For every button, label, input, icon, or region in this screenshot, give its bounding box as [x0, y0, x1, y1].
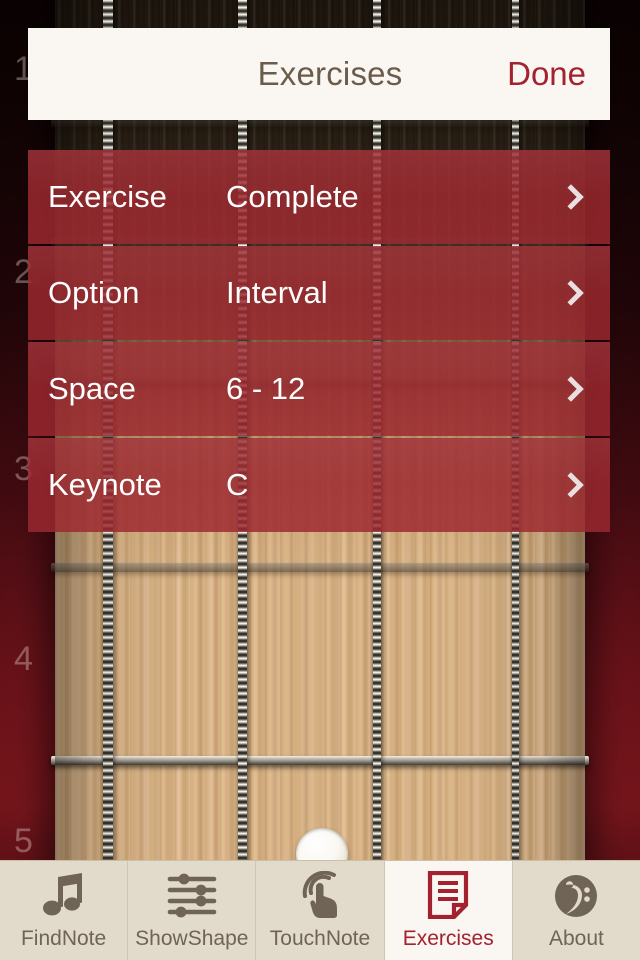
- settings-list: Exercise Complete Option Interval Space …: [28, 150, 610, 532]
- row-label: Space: [48, 371, 136, 406]
- row-label: Option: [48, 275, 140, 310]
- document-list-icon: [426, 870, 470, 919]
- row-value: 6 - 12: [226, 371, 306, 406]
- fret-number-5: 5: [14, 822, 33, 860]
- row-value: C: [226, 467, 249, 502]
- tab-showshape[interactable]: ShowShape: [128, 861, 257, 960]
- fret-line-4: [51, 563, 589, 572]
- chevron-right-icon: [558, 472, 584, 498]
- row-value: Interval: [226, 275, 328, 310]
- row-value: Complete: [226, 179, 359, 214]
- panel-header: Exercises Done: [28, 28, 610, 120]
- fret-line-5: [51, 756, 589, 765]
- tab-label: TouchNote: [269, 926, 371, 950]
- chevron-right-icon: [558, 376, 584, 402]
- fret-number-4: 4: [14, 640, 33, 678]
- tab-touchnote[interactable]: TouchNote: [256, 861, 385, 960]
- tab-bar: FindNote ShowShape TouchNote Exercises A…: [0, 860, 640, 960]
- chevron-right-icon: [558, 184, 584, 210]
- tab-label: Exercises: [402, 926, 494, 950]
- done-button[interactable]: Done: [507, 55, 586, 93]
- sliders-icon: [166, 871, 218, 919]
- tab-label: About: [548, 926, 604, 950]
- tab-findnote[interactable]: FindNote: [0, 861, 129, 960]
- tab-label: FindNote: [20, 926, 107, 950]
- exercises-panel: Exercises Done Exercise Complete Option …: [28, 28, 610, 534]
- bass-clef-icon: [553, 871, 599, 919]
- app-screen: 1 2 3 4 5 Exercises Done Exercise Comple…: [0, 0, 640, 960]
- music-note-icon: [40, 871, 88, 919]
- row-label: Keynote: [48, 467, 162, 502]
- settings-row-exercise[interactable]: Exercise Complete: [28, 150, 610, 244]
- tab-exercises[interactable]: Exercises: [384, 861, 513, 960]
- row-label: Exercise: [48, 179, 167, 214]
- touch-hand-icon: [295, 870, 345, 919]
- tab-about[interactable]: About: [513, 861, 640, 960]
- settings-row-space[interactable]: Space 6 - 12: [28, 342, 610, 436]
- settings-row-keynote[interactable]: Keynote C: [28, 438, 610, 532]
- tab-label: ShowShape: [135, 926, 249, 950]
- settings-row-option[interactable]: Option Interval: [28, 246, 610, 340]
- chevron-right-icon: [558, 280, 584, 306]
